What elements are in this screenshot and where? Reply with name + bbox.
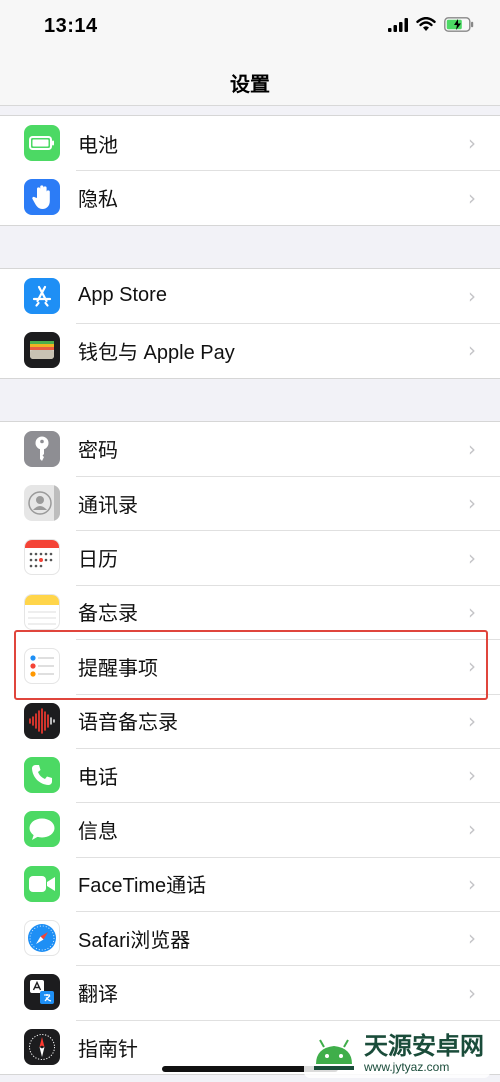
battery-status-icon	[444, 17, 474, 32]
chevron-right-icon: ›	[468, 185, 476, 210]
watermark-title: 天源安卓网	[364, 1033, 484, 1061]
facetime-icon	[24, 865, 60, 902]
settings-item-label: 密码	[78, 440, 118, 463]
status-time: 13:14	[44, 15, 98, 37]
compass-icon	[24, 1028, 60, 1065]
settings-item-reminders[interactable]: 提醒事项 ›	[0, 639, 500, 693]
settings-item-notes[interactable]: 备忘录 ›	[0, 584, 500, 639]
settings-item-voice-memos[interactable]: 语音备忘录 ›	[0, 693, 500, 748]
settings-group-2: App Store › 钱包与 Apple Pay ›	[0, 267, 500, 379]
settings-item-safari[interactable]: Safari浏览器 ›	[0, 911, 500, 965]
settings-item-label: 提醒事项	[78, 657, 158, 680]
status-icons	[388, 17, 474, 32]
settings-item-label: 通讯录	[78, 494, 138, 517]
settings-item-label: 翻译	[78, 984, 118, 1007]
settings-item-messages[interactable]: 信息 ›	[0, 802, 500, 856]
settings-group-3: 密码 › 通讯录 › 日历 › 备忘录 › 提醒事项 › 语音备忘录 › 电话 …	[0, 420, 500, 1076]
settings-item-label: 钱包与 Apple Pay	[78, 341, 235, 364]
chevron-right-icon: ›	[468, 871, 476, 896]
settings-list[interactable]: 电池 › 隐私 › App Store › 钱包与 Apple Pay › 密码…	[0, 106, 500, 1082]
status-bar: 13:14	[0, 0, 500, 56]
settings-item-privacy[interactable]: 隐私 ›	[0, 170, 500, 224]
contacts-icon	[24, 484, 60, 521]
settings-item-battery[interactable]: 电池 ›	[0, 116, 500, 170]
translate-icon	[24, 974, 60, 1011]
battery-icon	[24, 125, 60, 161]
chevron-right-icon: ›	[468, 491, 476, 516]
chevron-right-icon: ›	[468, 926, 476, 951]
chevron-right-icon: ›	[468, 436, 476, 461]
wifi-icon	[416, 17, 436, 31]
settings-group-1: 电池 › 隐私 ›	[0, 115, 500, 226]
hand-icon	[24, 179, 60, 216]
chevron-right-icon: ›	[468, 708, 476, 733]
chevron-right-icon: ›	[468, 599, 476, 624]
chevron-right-icon: ›	[468, 283, 476, 308]
messages-icon	[24, 811, 60, 848]
settings-item-label: 电话	[78, 766, 118, 789]
voice-memos-icon	[24, 702, 60, 739]
chevron-right-icon: ›	[468, 654, 476, 679]
phone-icon	[24, 756, 60, 793]
settings-item-wallet[interactable]: 钱包与 Apple Pay ›	[0, 323, 500, 377]
settings-item-label: 语音备忘录	[78, 712, 178, 735]
settings-item-label: FaceTime通话	[78, 875, 207, 898]
settings-item-label: App Store	[78, 284, 167, 307]
chevron-right-icon: ›	[468, 980, 476, 1005]
reminders-icon	[24, 648, 60, 685]
calendar-icon	[24, 539, 60, 576]
wallet-icon	[24, 332, 60, 369]
settings-item-label: 信息	[78, 820, 118, 843]
chevron-right-icon: ›	[468, 817, 476, 842]
chevron-right-icon: ›	[468, 545, 476, 570]
notes-icon	[24, 593, 60, 630]
android-logo-icon	[314, 1039, 354, 1070]
settings-item-contacts[interactable]: 通讯录 ›	[0, 475, 500, 530]
chevron-right-icon: ›	[468, 338, 476, 363]
chevron-right-icon: ›	[468, 131, 476, 156]
page-title: 设置	[230, 74, 270, 96]
settings-item-passwords[interactable]: 密码 ›	[0, 422, 500, 476]
safari-icon	[24, 920, 60, 957]
settings-item-label: 指南针	[78, 1038, 138, 1061]
settings-item-app-store[interactable]: App Store ›	[0, 269, 500, 323]
cellular-signal-icon	[388, 17, 408, 32]
app-store-icon	[24, 277, 60, 314]
key-icon	[24, 430, 60, 467]
watermark: 天源安卓网 www.jytyaz.com	[304, 1030, 490, 1078]
settings-item-facetime[interactable]: FaceTime通话 ›	[0, 856, 500, 911]
watermark-url: www.jytyaz.com	[364, 1059, 450, 1074]
settings-item-calendar[interactable]: 日历 ›	[0, 530, 500, 584]
settings-item-label: 电池	[78, 134, 118, 157]
settings-item-phone[interactable]: 电话 ›	[0, 747, 500, 802]
settings-item-translate[interactable]: 翻译 ›	[0, 965, 500, 1019]
nav-bar: 设置	[0, 56, 500, 106]
settings-item-label: 日历	[78, 549, 118, 572]
settings-item-label: 隐私	[78, 189, 118, 212]
settings-item-label: 备忘录	[78, 603, 138, 626]
chevron-right-icon: ›	[468, 763, 476, 788]
settings-item-label: Safari浏览器	[78, 929, 191, 952]
